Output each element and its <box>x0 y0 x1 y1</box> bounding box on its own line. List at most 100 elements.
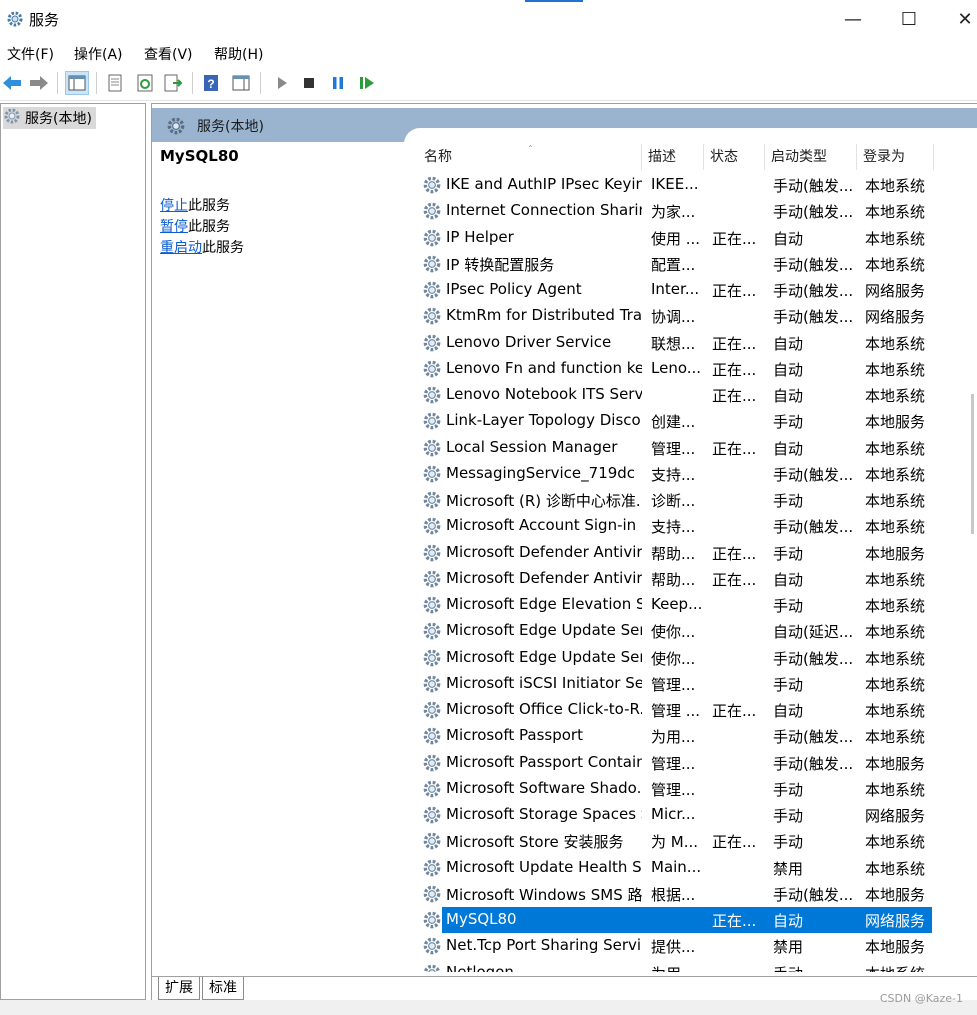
service-row[interactable]: Link-Layer Topology Disco... 创建... 手动 本地服务 <box>418 408 938 434</box>
service-row[interactable]: Microsoft Defender Antivir... 帮助... 正在... 自… <box>418 566 938 592</box>
restart-action: 重启动此服务 <box>160 237 244 257</box>
service-row[interactable]: Microsoft Edge Update Ser... 使你... 自动(延迟..… <box>418 618 938 644</box>
service-status: 正在... <box>712 334 757 353</box>
service-row[interactable]: IP 转换配置服务 配置... 手动(触发... 本地系统 <box>418 251 938 277</box>
menu-help[interactable]: 帮助(H) <box>214 44 263 64</box>
service-row[interactable]: MessagingService_719dc 支持... 手动(触发... 本地系统 <box>418 461 938 487</box>
forward-icon[interactable] <box>27 71 51 95</box>
service-row[interactable]: Netlogon 为用... 手动本地系统 <box>418 960 938 972</box>
service-row[interactable]: Internet Connection Sharin... 为家... 手动(触发.… <box>418 198 938 224</box>
service-name: Microsoft Account Sign-in ... <box>446 516 642 535</box>
restart-service-icon[interactable] <box>355 71 379 95</box>
service-row[interactable]: IP Helper 使用 ... 正在... 自动 本地系统 <box>418 225 938 251</box>
pause-service-icon[interactable] <box>326 71 350 95</box>
service-row[interactable]: Microsoft Storage Spaces S... Micr... 手动 网络… <box>418 802 938 828</box>
service-description: 为用... <box>651 728 696 747</box>
service-row[interactable]: IKE and AuthIP IPsec Keyin... IKEE... 手动(触… <box>418 172 938 198</box>
service-name: KtmRm for Distributed Tra... <box>446 306 642 325</box>
service-description: 为家... <box>651 203 696 222</box>
service-row[interactable]: Microsoft Office Click-to-R... 管理 ... 正在..… <box>418 697 938 723</box>
service-name: Microsoft Software Shado... <box>446 778 642 797</box>
service-status: 正在... <box>712 387 757 405</box>
export-list-icon[interactable] <box>161 71 185 95</box>
service-row[interactable]: Microsoft Update Health S... Main... 禁用 本地系… <box>418 855 938 881</box>
stop-service-link[interactable]: 停止 <box>160 198 188 214</box>
maximize-button[interactable]: ☐ <box>886 0 932 38</box>
service-row[interactable]: Microsoft Windows SMS 路... 根据... 手动(触发... 本… <box>418 881 938 907</box>
service-row[interactable]: Microsoft Software Shado... 管理... 手动 本地系统 <box>418 776 938 802</box>
service-row[interactable]: Microsoft (R) 诊断中心标准... 诊断... 手动 本地系统 <box>418 487 938 513</box>
service-gear-icon <box>422 333 442 357</box>
toolbar: ? <box>0 66 977 101</box>
service-name: IPsec Policy Agent <box>446 280 582 298</box>
show-console-tree-icon[interactable] <box>65 71 89 95</box>
service-row[interactable]: MySQL80 正在... 自动 网络服务 <box>418 907 938 933</box>
toolbar-separator <box>260 72 261 94</box>
column-header-log-on-as[interactable]: 登录为 <box>857 144 934 170</box>
service-description: 管理... <box>651 675 696 694</box>
action-pane-icon[interactable] <box>229 71 253 95</box>
window-title: 服务 <box>29 11 60 29</box>
service-log-on-as: 本地系统 <box>865 177 926 195</box>
service-row[interactable]: Local Session Manager 管理... 正在... 自动 本地系统 <box>418 435 938 461</box>
tab-extended[interactable]: 扩展 <box>158 977 200 1000</box>
menu-file[interactable]: 文件(F) <box>7 44 54 64</box>
menu-action[interactable]: 操作(A) <box>74 44 123 64</box>
menu-view[interactable]: 查看(V) <box>144 44 193 64</box>
close-icon: ✕ <box>957 8 973 30</box>
service-row[interactable]: Lenovo Fn and function ke... Leno... 正在...… <box>418 356 938 382</box>
service-name: Microsoft Edge Update Ser... <box>446 647 642 666</box>
service-row[interactable]: IPsec Policy Agent Inter... 正在... 手动(触发... 网… <box>418 277 938 303</box>
column-header-name[interactable]: 名称 ˆ <box>418 144 642 170</box>
service-row[interactable]: Lenovo Driver Service 联想... 正在... 自动 本地系统 <box>418 330 938 356</box>
service-log-on-as: 本地系统 <box>865 387 926 405</box>
service-gear-icon <box>422 963 442 972</box>
service-row[interactable]: Microsoft Passport 为用... 手动(触发... 本地系统 <box>418 723 938 749</box>
service-description: 根据... <box>651 885 696 904</box>
service-row[interactable]: Microsoft Defender Antivir... 帮助... 正在... 手… <box>418 540 938 566</box>
restart-service-link[interactable]: 重启动 <box>160 240 202 256</box>
service-row[interactable]: Microsoft Passport Container 管理... 手动(触发..… <box>418 750 938 776</box>
service-gear-icon <box>422 805 442 829</box>
service-row[interactable]: Lenovo Notebook ITS Serv... 正在... 自动 本地系统 <box>418 382 938 408</box>
title-bar: 服务 — ☐ ✕ <box>0 0 977 38</box>
service-row[interactable]: Microsoft iSCSI Initiator Ser... 管理... 手动 本… <box>418 671 938 697</box>
service-row[interactable]: Microsoft Edge Elevation S... Keep... 手动 本地… <box>418 592 938 618</box>
column-header-startup-type[interactable]: 启动类型 <box>765 144 857 170</box>
service-gear-icon <box>422 228 442 252</box>
service-log-on-as: 本地服务 <box>865 544 926 563</box>
tab-standard[interactable]: 标准 <box>202 977 244 1000</box>
service-row[interactable]: Microsoft Account Sign-in ... 支持... 手动(触发.… <box>418 513 938 539</box>
service-status: 正在... <box>712 360 757 379</box>
service-log-on-as: 网络服务 <box>865 807 926 825</box>
service-row[interactable]: Net.Tcp Port Sharing Service 提供... 禁用 本地服务 <box>418 933 938 959</box>
service-row[interactable]: KtmRm for Distributed Tra... 协调... 手动(触发..… <box>418 303 938 329</box>
vertical-scrollbar-thumb[interactable] <box>971 394 974 534</box>
back-icon[interactable] <box>0 71 24 95</box>
service-row[interactable]: Microsoft Store 安装服务 为 M... 正在... 手动 本地系统 <box>418 828 938 854</box>
service-description: Micr... <box>651 805 696 823</box>
minimize-button[interactable]: — <box>830 0 876 38</box>
column-header-status[interactable]: 状态 <box>704 144 765 170</box>
pause-service-link[interactable]: 暂停 <box>160 219 188 235</box>
service-gear-icon <box>422 516 442 540</box>
service-gear-icon <box>422 201 442 225</box>
service-description: 管理... <box>651 439 696 458</box>
start-service-icon[interactable] <box>270 71 294 95</box>
service-gear-icon <box>422 254 442 278</box>
service-log-on-as: 本地系统 <box>865 518 926 537</box>
service-log-on-as: 本地服务 <box>865 885 926 904</box>
stop-service-icon[interactable] <box>297 71 321 95</box>
service-status: 正在... <box>712 439 757 458</box>
service-log-on-as: 本地系统 <box>865 203 926 222</box>
refresh-icon[interactable] <box>133 71 157 95</box>
service-description: 支持... <box>651 465 696 484</box>
service-log-on-as: 本地系统 <box>865 702 926 720</box>
column-header-description[interactable]: 描述 <box>642 144 704 170</box>
service-gear-icon <box>422 884 442 908</box>
service-row[interactable]: Microsoft Edge Update Ser... 使你... 手动(触发..… <box>418 645 938 671</box>
tree-item-services-local[interactable]: 服务(本地) <box>3 107 96 129</box>
close-button[interactable]: ✕ <box>942 0 977 38</box>
help-icon[interactable]: ? <box>199 71 223 95</box>
properties-icon[interactable] <box>103 71 127 95</box>
